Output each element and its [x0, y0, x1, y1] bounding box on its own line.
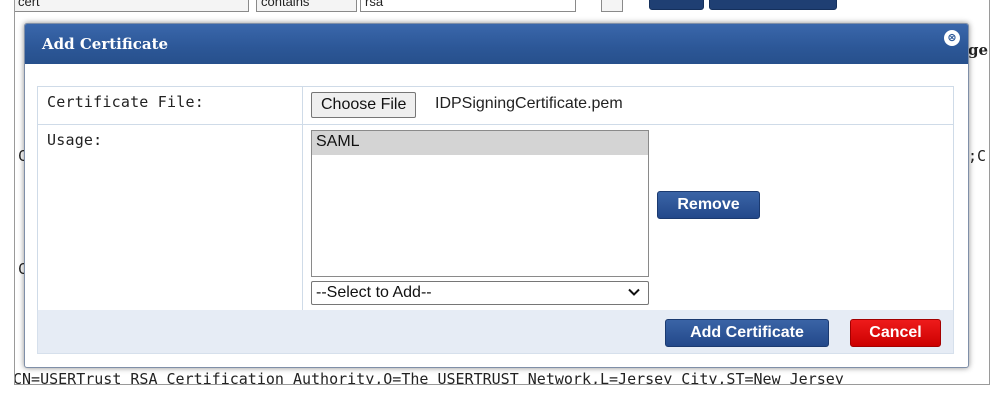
add-certificate-button[interactable]: Add Certificate — [665, 319, 829, 347]
certificate-file-cell: Choose File IDPSigningCertificate.pem — [302, 86, 954, 125]
close-icon[interactable]: ⊗ — [944, 30, 960, 46]
filter-clear-all-button[interactable] — [709, 0, 837, 10]
select-to-add-value: --Select to Add-- — [316, 284, 432, 301]
filter-operator-select[interactable]: contains — [256, 0, 357, 12]
remove-button[interactable]: Remove — [657, 191, 760, 219]
cancel-button[interactable]: Cancel — [850, 319, 941, 347]
filter-field-value: cert — [18, 0, 40, 9]
form-row-certificate-file: Certificate File: Choose File IDPSigning… — [37, 86, 954, 125]
filter-value-input[interactable]: rsa — [360, 0, 576, 12]
table-row: CN=USERTrust RSA Certification Authority… — [14, 370, 844, 385]
certificate-form: Certificate File: Choose File IDPSigning… — [37, 86, 954, 311]
filter-go-button[interactable] — [649, 0, 704, 10]
table-row-fragment: ;C — [968, 147, 987, 165]
dialog-title: Add Certificate — [42, 35, 169, 53]
usage-cell: SAML Remove --Select to Add-- — [302, 124, 954, 311]
choose-file-button[interactable]: Choose File — [311, 92, 417, 118]
usage-listbox[interactable]: SAML — [311, 130, 649, 277]
add-certificate-dialog: Add Certificate ⊗ Certificate File: Choo… — [24, 23, 969, 368]
header-fragment: ge — [968, 41, 989, 59]
filter-field-select[interactable]: cert — [15, 0, 249, 12]
filter-bar: cert contains rsa — [15, 0, 989, 22]
usage-list-item[interactable]: SAML — [312, 131, 648, 155]
usage-label: Usage: — [37, 124, 303, 311]
certificate-file-label: Certificate File: — [37, 86, 303, 125]
form-row-usage: Usage: SAML Remove --Select to Add-- — [37, 124, 954, 311]
chevron-down-icon — [628, 288, 640, 296]
dialog-header: Add Certificate ⊗ — [25, 24, 968, 64]
select-to-add-dropdown[interactable]: --Select to Add-- — [311, 281, 649, 305]
filter-operator-value: contains — [261, 0, 310, 9]
filter-clear-button[interactable] — [601, 0, 623, 12]
dialog-footer: Add Certificate Cancel — [37, 310, 954, 354]
filter-value-text: rsa — [365, 0, 384, 9]
selected-file-name: IDPSigningCertificate.pem — [435, 95, 623, 112]
